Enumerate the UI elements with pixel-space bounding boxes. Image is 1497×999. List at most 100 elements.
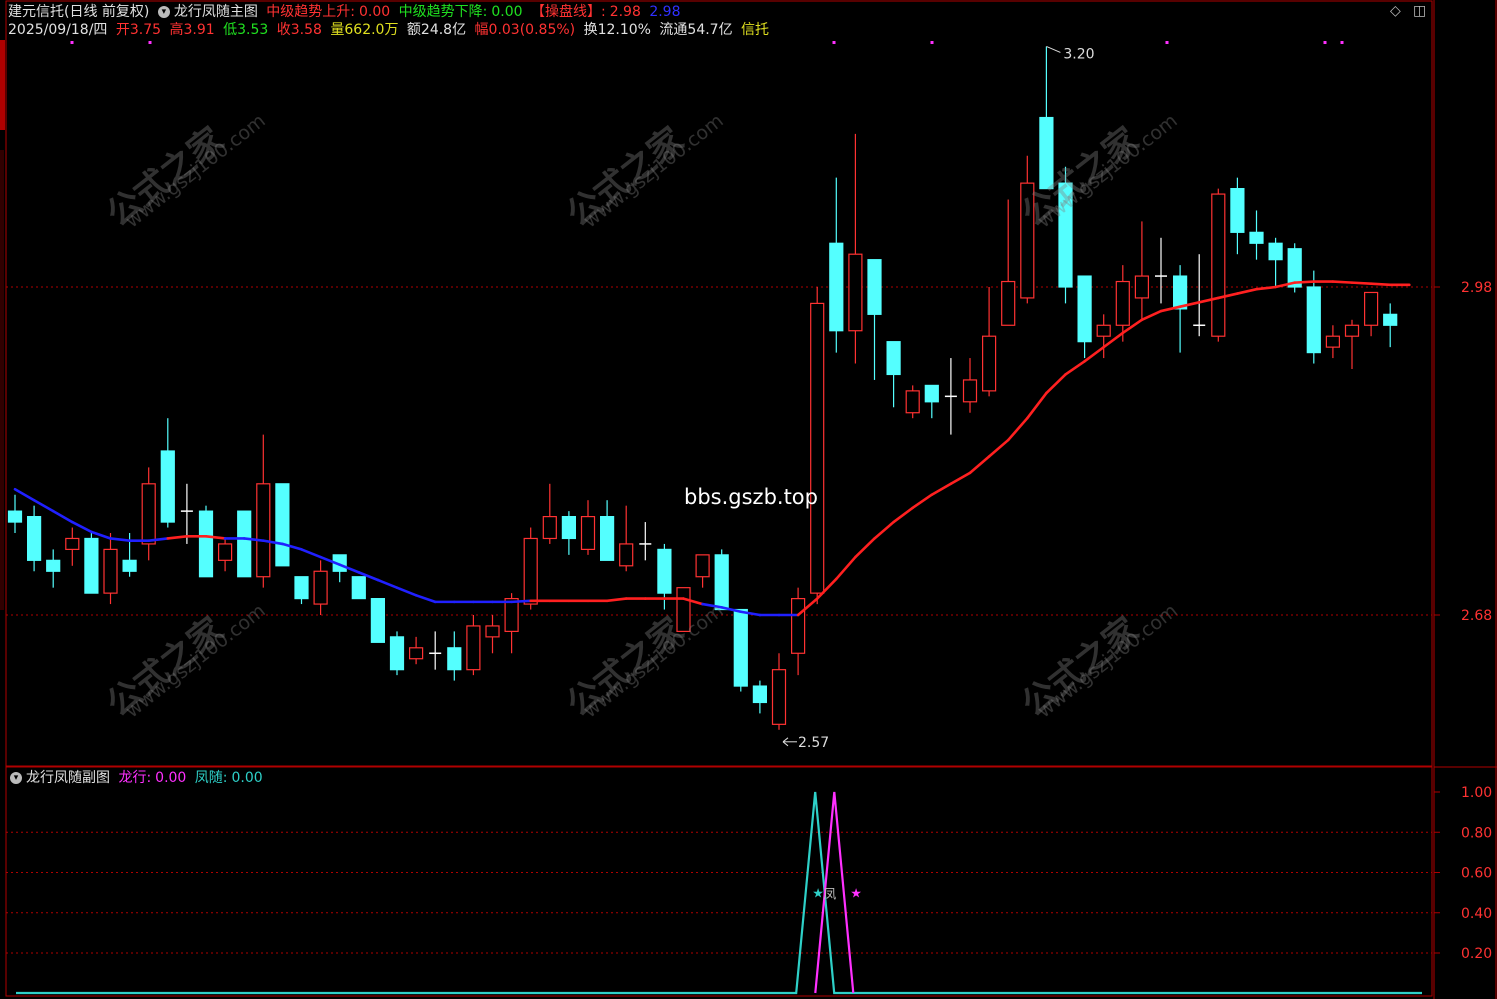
candle-body	[1134, 275, 1150, 299]
sub-panel-frame	[5, 766, 1433, 997]
low-value: 3.53	[237, 22, 269, 38]
float-value: 54.7亿	[687, 22, 733, 38]
signal-dot	[930, 41, 934, 44]
signal-dot	[148, 41, 152, 44]
dropdown-icon[interactable]: ▾	[157, 6, 170, 18]
candle-body	[504, 597, 519, 632]
signal-dot	[832, 41, 836, 44]
signal-dot	[1340, 41, 1344, 44]
diamond-icon[interactable]: ◇	[1390, 3, 1401, 19]
candle-body	[1096, 324, 1111, 337]
candle-body	[733, 608, 748, 687]
window-icon[interactable]: ◫	[1413, 3, 1426, 19]
ma-line-segment	[51, 509, 74, 524]
candle-body	[657, 548, 672, 594]
op-line-label: 【操盘线】	[530, 4, 601, 20]
stock-name[interactable]: 建元信托	[8, 4, 64, 20]
signal-dot	[1165, 41, 1169, 44]
ma-line-segment	[1331, 280, 1354, 284]
candle-body	[829, 242, 844, 332]
down-trend-value: 0.00	[491, 4, 523, 20]
ma-line-segment	[1026, 391, 1048, 420]
feng-star-marker: ★	[812, 887, 824, 902]
change-label: 幅	[474, 22, 489, 38]
candle-body	[389, 636, 405, 671]
high-annotation-arrow	[1046, 46, 1061, 53]
candle-body	[1383, 313, 1398, 326]
turnover-value: 12.10%	[597, 22, 651, 38]
up-trend-label: 中级趋势上升	[266, 4, 351, 20]
candle-body	[542, 515, 557, 540]
close-label: 收	[276, 22, 291, 38]
float-label: 流通	[659, 22, 688, 38]
candle-body	[1058, 182, 1073, 288]
ma-line-segment	[834, 555, 857, 581]
ma-line-segment	[1006, 416, 1029, 442]
sub-indicator-name[interactable]: 龙行凤随副图	[26, 770, 110, 786]
candle-body	[1020, 182, 1035, 299]
ma-line-segment	[949, 471, 972, 486]
ma-line-segment	[1064, 360, 1086, 376]
sub-tick-label: 0.20	[1461, 946, 1492, 962]
candle-body	[1001, 280, 1016, 326]
down-trend-label: 中级趋势下降	[398, 4, 483, 20]
candle-body	[810, 302, 825, 594]
candle-body	[351, 576, 366, 600]
candle-body	[981, 335, 997, 392]
quote-date: 2025/09/18/四	[8, 22, 108, 38]
candle-body	[294, 576, 309, 600]
candle-body	[65, 537, 80, 551]
side-toolbar-strip	[0, 40, 5, 130]
amount-value: 24.8亿	[420, 22, 467, 38]
candle-body	[1230, 188, 1245, 233]
ma-line-segment	[911, 493, 934, 510]
candle-body	[1249, 231, 1264, 244]
up-trend-value: 0.00	[359, 4, 391, 20]
candle-body	[771, 669, 787, 725]
candle-body	[256, 483, 271, 578]
turnover-label: 换	[583, 22, 598, 38]
candle-body	[466, 625, 481, 671]
volume-value: 662.0万	[344, 22, 399, 38]
chart-mode[interactable]: (日线 前复权)	[64, 4, 149, 20]
side-toolbar-strip	[0, 150, 4, 610]
candle-body	[886, 341, 901, 376]
candle-body	[714, 554, 729, 611]
op-line-value: 2.98	[609, 4, 641, 20]
high-label: 高	[169, 22, 184, 38]
price-tick-label: 2.68	[1461, 608, 1492, 624]
sub-tick-label: 0.40	[1461, 906, 1492, 922]
open-value: 3.75	[129, 22, 162, 38]
candle-body	[218, 543, 233, 561]
ma-line-segment	[1255, 285, 1277, 291]
indicator-name[interactable]: 龙行凤随主图	[174, 4, 258, 20]
candle-body	[1268, 242, 1283, 261]
high-value: 3.91	[183, 22, 215, 38]
candle-body	[1077, 275, 1092, 343]
ma-line-segment	[32, 498, 55, 513]
sector-tag[interactable]: 信托	[741, 22, 769, 38]
candle-body	[790, 597, 806, 654]
price-tick-label: 2.98	[1461, 280, 1492, 296]
low-annotation: 2.57	[798, 735, 829, 751]
ma-line-segment	[71, 520, 93, 534]
feng-marker-label: 凤	[823, 888, 836, 903]
dropdown-icon[interactable]: ▾	[10, 772, 22, 784]
signal-dot	[1323, 41, 1327, 44]
ma-line-segment	[1293, 280, 1316, 284]
sub-tick-label: 1.00	[1461, 785, 1492, 801]
candle-body	[237, 510, 252, 578]
candle-body	[924, 384, 939, 403]
candle-body	[695, 554, 710, 578]
candle-body	[1363, 291, 1379, 326]
close-value: 3.58	[290, 22, 322, 38]
candle-body	[1325, 335, 1341, 348]
ma-line-segment	[1140, 309, 1163, 322]
candle-body	[370, 597, 385, 643]
candle-body	[275, 483, 290, 567]
candle-body	[313, 570, 328, 605]
candle-body	[1306, 286, 1321, 354]
amount-label: 额	[406, 22, 421, 38]
candle-body	[1115, 280, 1130, 326]
candle-body	[523, 537, 538, 605]
